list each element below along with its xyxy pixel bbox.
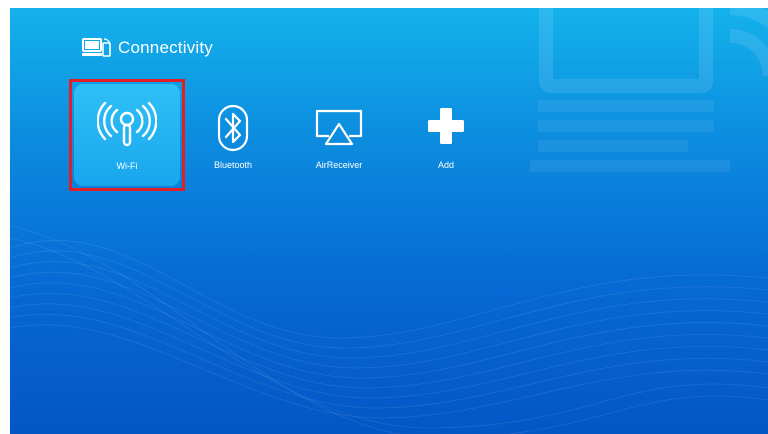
airplay-icon (315, 109, 363, 146)
tile-add-label: Add (437, 160, 454, 170)
tile-wifi[interactable]: Wi-Fi (69, 79, 185, 191)
page-title: Connectivity (118, 38, 213, 57)
bluetooth-icon (217, 104, 249, 152)
connectivity-screen: Connectivity Wi-Fi Bluetooth AirReceiver… (10, 8, 768, 434)
tile-bluetooth[interactable]: Bluetooth (178, 82, 288, 190)
wifi-antenna-icon (97, 102, 157, 147)
monitor-phone-icon (82, 38, 111, 57)
tile-wifi-label: Wi-Fi (116, 161, 138, 171)
page-header: Connectivity (82, 38, 213, 58)
tile-add[interactable]: Add (391, 82, 501, 190)
tile-bluetooth-label: Bluetooth (213, 160, 253, 170)
tile-airreceiver-label: AirReceiver (315, 160, 363, 170)
background-decoration (10, 8, 768, 434)
plus-icon (428, 108, 464, 144)
tile-airreceiver[interactable]: AirReceiver (284, 82, 394, 190)
